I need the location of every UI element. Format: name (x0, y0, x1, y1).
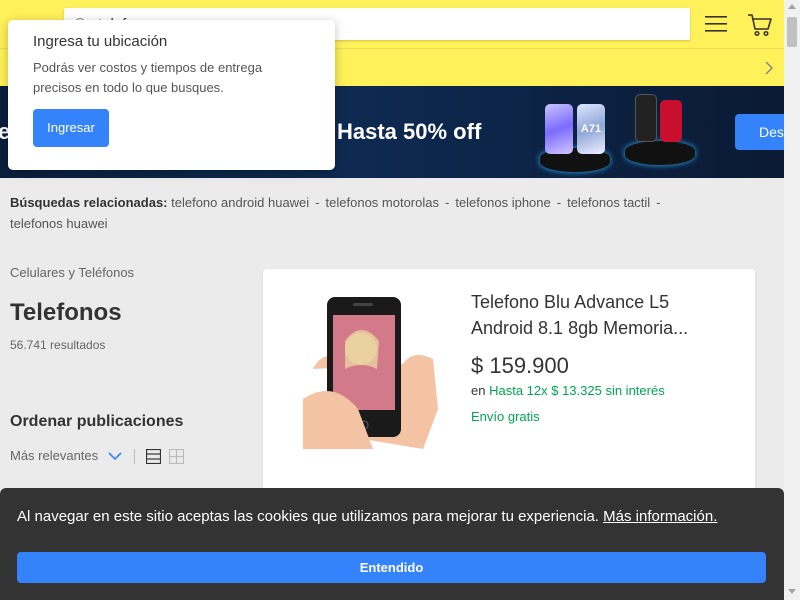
separator: - (556, 195, 562, 210)
grid-view-icon[interactable] (169, 449, 184, 464)
location-popup: Ingresa tu ubicación Podrás ver costos y… (8, 20, 335, 170)
related-label: Búsquedas relacionadas: (10, 195, 168, 210)
phone-image (660, 100, 682, 142)
cookie-more-info-link[interactable]: Más información. (603, 508, 717, 525)
cookie-message: Al navegar en este sitio aceptas las coo… (17, 508, 599, 525)
page-title: Telefonos (10, 299, 122, 326)
phone-image (635, 94, 657, 142)
sort-dropdown[interactable]: Más relevantes (10, 448, 122, 463)
installments-text: Hasta 12x $ 13.325 sin interés (489, 383, 665, 398)
banner-button[interactable]: Des (735, 114, 784, 150)
product-price: $ 159.900 (471, 353, 569, 378)
phone-image (545, 104, 573, 154)
related-link[interactable]: telefonos huawei (10, 216, 108, 231)
chevron-down-icon (108, 452, 122, 461)
menu-icon[interactable] (705, 15, 727, 33)
product-image[interactable] (303, 289, 443, 449)
shipping-badge: Envío gratis (471, 409, 540, 424)
divider (134, 449, 135, 464)
separator: - (444, 195, 450, 210)
banner-offer-text: Hasta 50% off (337, 119, 482, 144)
sort-title: Ordenar publicaciones (10, 413, 184, 430)
cookie-accept-button[interactable]: Entendido (17, 552, 766, 583)
related-link[interactable]: telefono android huawei (171, 195, 309, 210)
related-link[interactable]: telefonos iphone (455, 195, 550, 210)
separator: - (656, 195, 661, 210)
cart-icon[interactable] (747, 13, 773, 37)
product-card[interactable]: Telefono Blu Advance L5 Android 8.1 8gb … (263, 269, 755, 509)
separator: - (315, 195, 320, 210)
breadcrumb[interactable]: Celulares y Teléfonos (10, 265, 134, 280)
cookie-banner: Al navegar en este sitio aceptas las coo… (0, 488, 784, 600)
sort-value: Más relevantes (10, 448, 99, 463)
pedestal (625, 141, 695, 165)
scroll-up-arrow-icon[interactable] (788, 4, 796, 9)
phone-image: A71 (577, 104, 605, 154)
scroll-down-arrow-icon[interactable] (788, 589, 796, 594)
results-count: 56.741 resultados (10, 338, 106, 352)
related-searches: Búsquedas relacionadas: telefono android… (10, 192, 770, 234)
cookie-message-container: Al navegar en este sitio aceptas las coo… (17, 508, 777, 525)
scrollbar-thumb[interactable] (787, 17, 797, 47)
popup-title: Ingresa tu ubicación (33, 33, 168, 50)
list-view-icon[interactable] (146, 449, 161, 464)
popup-description: Podrás ver costos y tiempos de entrega p… (33, 60, 263, 95)
location-submit-button[interactable]: Ingresar (33, 109, 109, 147)
chevron-right-icon[interactable] (764, 61, 774, 75)
product-title[interactable]: Telefono Blu Advance L5 Android 8.1 8gb … (471, 289, 731, 341)
scrollbar[interactable] (784, 0, 800, 600)
related-link[interactable]: telefonos tactil (567, 195, 650, 210)
installments-prefix: en (471, 383, 486, 398)
installments: en Hasta 12x $ 13.325 sin interés (471, 383, 665, 398)
related-link[interactable]: telefonos motorolas (326, 195, 439, 210)
